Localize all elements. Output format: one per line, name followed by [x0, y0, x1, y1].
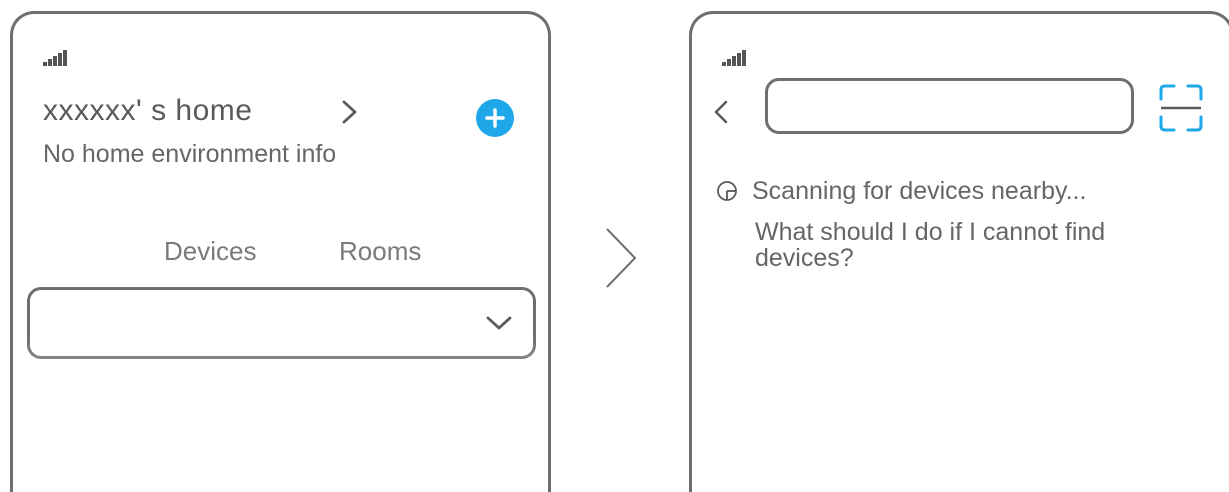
- search-input[interactable]: [765, 78, 1134, 134]
- plus-icon: [485, 108, 505, 128]
- fade-overlay: [692, 336, 1229, 492]
- scan-frame-icon[interactable]: [1158, 83, 1204, 133]
- fade-overlay: [13, 336, 548, 492]
- chevron-down-icon: [486, 316, 512, 330]
- tab-devices[interactable]: Devices: [164, 236, 256, 267]
- signal-icon: [722, 50, 746, 66]
- signal-icon: [43, 50, 67, 66]
- home-screen: xxxxxx' s home No home environment info …: [10, 11, 551, 492]
- help-link[interactable]: What should I do if I cannot find device…: [755, 219, 1115, 271]
- chevron-right-icon[interactable]: [339, 96, 361, 128]
- wireframe-stage: xxxxxx' s home No home environment info …: [0, 0, 1229, 492]
- chevron-right-icon: [606, 228, 637, 288]
- add-device-screen: Scanning for devices nearby... What shou…: [689, 11, 1229, 492]
- chevron-left-icon[interactable]: [712, 97, 730, 127]
- tab-rooms[interactable]: Rooms: [339, 236, 421, 267]
- device-dropdown[interactable]: [27, 287, 536, 359]
- add-device-button[interactable]: [476, 99, 514, 137]
- loading-icon: [717, 181, 737, 201]
- home-environment-info: No home environment info: [43, 140, 337, 168]
- scan-status: Scanning for devices nearby...: [716, 174, 1086, 208]
- scan-status-text: Scanning for devices nearby...: [752, 176, 1087, 205]
- home-title[interactable]: xxxxxx' s home: [43, 94, 252, 128]
